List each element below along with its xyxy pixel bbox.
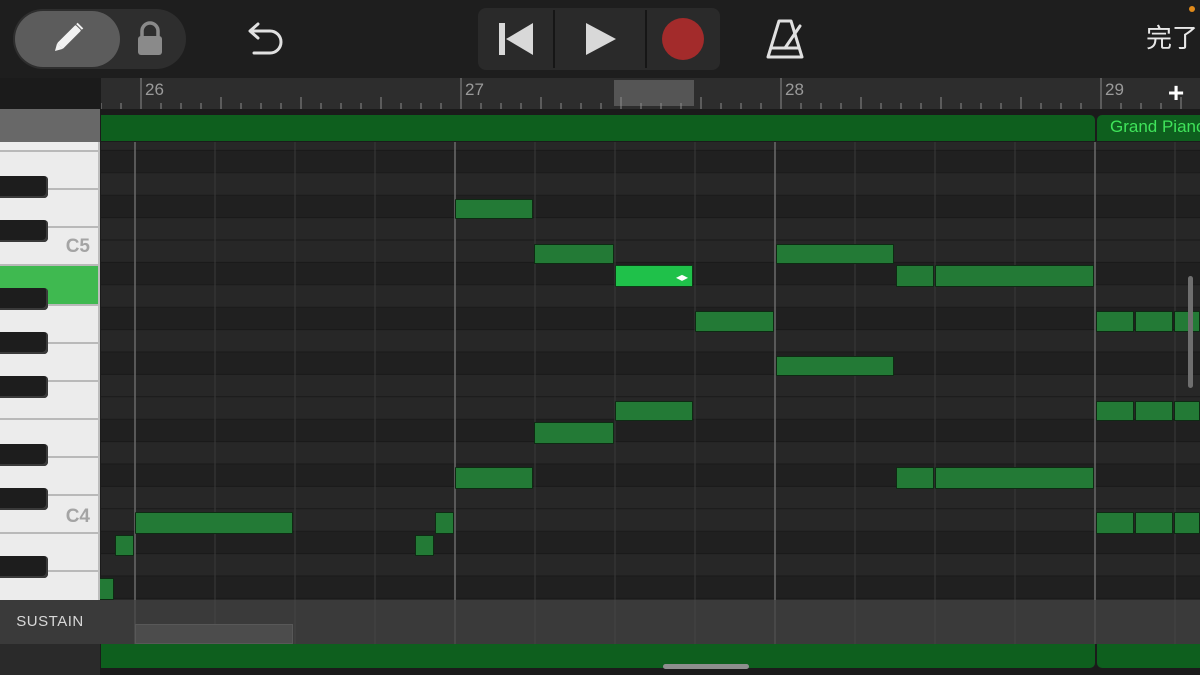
sustain-event[interactable] (135, 624, 293, 644)
region-header[interactable] (101, 115, 1095, 141)
sustain-label: SUSTAIN (0, 600, 100, 644)
midi-note[interactable] (1174, 401, 1200, 421)
metronome-icon (766, 19, 804, 59)
region-footer[interactable] (1097, 644, 1200, 668)
rewind-to-start-icon (499, 23, 533, 55)
home-indicator (663, 664, 749, 669)
midi-note[interactable] (435, 512, 454, 534)
undo-button[interactable] (236, 16, 290, 62)
midi-note[interactable] (135, 512, 293, 534)
midi-note[interactable] (1174, 512, 1200, 534)
midi-note[interactable] (1135, 401, 1173, 421)
pencil-icon (54, 22, 84, 52)
midi-note[interactable] (455, 467, 533, 489)
vertical-scroll-indicator[interactable] (1188, 276, 1193, 388)
midi-note[interactable] (534, 422, 614, 444)
key-label-c5: C5 (65, 236, 90, 257)
bar-number: 28 (785, 80, 804, 99)
record-button[interactable] (647, 8, 719, 70)
midi-note[interactable] (99, 578, 114, 600)
piano-black-key[interactable] (0, 488, 48, 510)
piano-black-key[interactable] (0, 176, 48, 198)
piano-black-key[interactable] (0, 376, 48, 398)
lock-button[interactable] (122, 11, 182, 67)
undo-icon (248, 22, 283, 55)
status-dot (1189, 6, 1195, 12)
metronome-button[interactable] (760, 14, 810, 64)
resize-handle-icon[interactable]: ◂▸ (676, 268, 688, 286)
midi-note[interactable] (1096, 311, 1134, 332)
piano-keyboard[interactable]: C5 C4 (0, 142, 100, 600)
key-label-c4: C4 (65, 506, 90, 527)
transport-separator (553, 10, 555, 68)
piano-black-key[interactable] (0, 556, 48, 578)
midi-note[interactable] (1096, 401, 1134, 421)
region-name-clip: Grand Piano (1097, 115, 1200, 141)
selected-note[interactable]: ◂▸ (615, 265, 693, 287)
midi-note[interactable] (935, 265, 1094, 287)
record-icon (662, 18, 704, 60)
midi-note[interactable] (896, 467, 934, 489)
ruler-ticks (101, 78, 1182, 109)
pencil-tool-button[interactable] (15, 11, 120, 67)
lock-icon (138, 21, 162, 55)
midi-note[interactable] (1174, 311, 1200, 332)
midi-note[interactable] (935, 467, 1094, 489)
add-button[interactable]: + (1158, 78, 1194, 109)
midi-note[interactable] (415, 535, 434, 556)
piano-white-key[interactable] (0, 142, 98, 152)
midi-note[interactable] (615, 401, 693, 421)
piano-black-key[interactable] (0, 332, 48, 354)
bar-number: 29 (1105, 80, 1124, 99)
region-name: Grand Piano (1110, 117, 1200, 136)
midi-note[interactable] (1096, 512, 1134, 534)
piano-black-key[interactable] (0, 220, 48, 242)
region-footer[interactable] (101, 644, 1095, 668)
play-icon (586, 23, 616, 55)
keyboard-header (0, 109, 100, 142)
midi-note[interactable] (776, 356, 894, 376)
piano-black-key[interactable] (0, 288, 48, 310)
midi-note[interactable] (1135, 512, 1173, 534)
bottom-left-panel (0, 644, 100, 675)
bar-number: 27 (465, 80, 484, 99)
piano-black-key[interactable] (0, 444, 48, 466)
midi-note[interactable] (534, 244, 614, 264)
play-button[interactable] (556, 8, 644, 70)
midi-note[interactable] (695, 311, 774, 332)
midi-note[interactable] (1135, 311, 1173, 332)
midi-note[interactable] (115, 535, 134, 556)
midi-note[interactable] (896, 265, 934, 287)
bar-number: 26 (145, 80, 164, 99)
rewind-button[interactable] (481, 8, 553, 70)
done-button[interactable]: 完了 (1118, 18, 1198, 58)
midi-note[interactable] (776, 244, 894, 264)
midi-note[interactable] (455, 199, 533, 219)
